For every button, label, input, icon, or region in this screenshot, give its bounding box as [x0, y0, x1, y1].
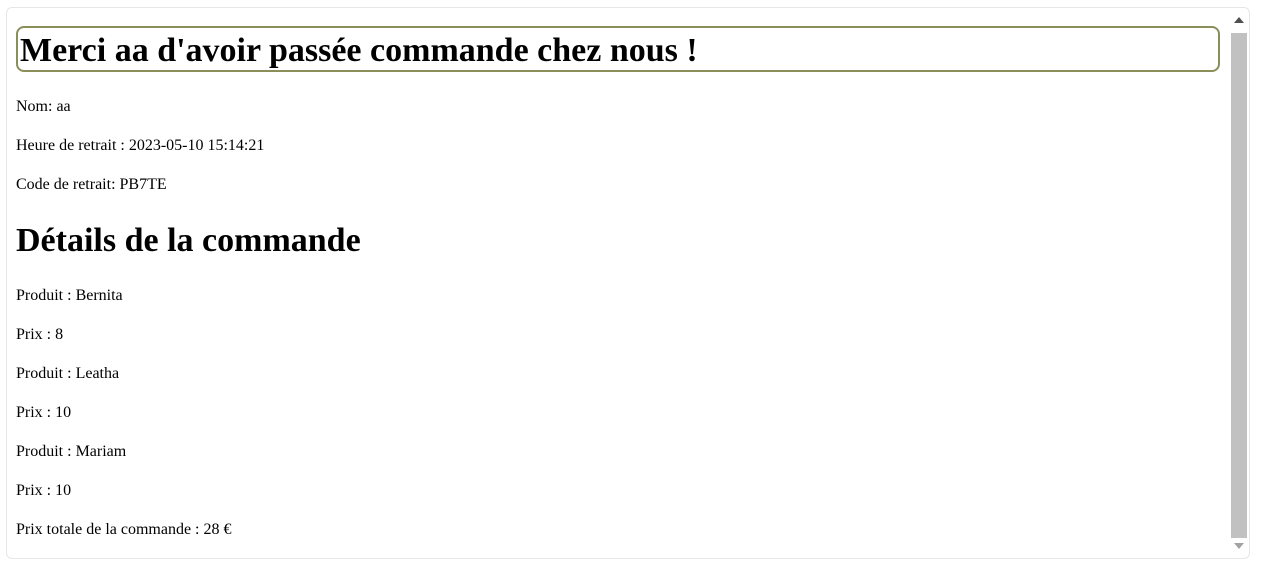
page-title: Merci aa d'avoir passée commande chez no… — [20, 32, 698, 69]
price-line: Prix : 10 — [16, 404, 72, 421]
triangle-down-icon — [1234, 543, 1244, 549]
scrollbar-thumb[interactable] — [1231, 33, 1247, 538]
order-details-heading: Détails de la commande — [16, 222, 361, 259]
price-line: Prix : 10 — [16, 482, 72, 499]
pickup-code: Code de retrait: PB7TE — [16, 176, 167, 193]
title-box: Merci aa d'avoir passée commande chez no… — [16, 26, 1220, 72]
scroll-down-button[interactable] — [1230, 535, 1248, 557]
triangle-up-icon — [1234, 17, 1244, 23]
product-line: Produit : Mariam — [16, 443, 127, 460]
page-frame: Merci aa d'avoir passée commande chez no… — [6, 7, 1250, 559]
vertical-scrollbar[interactable] — [1230, 9, 1248, 557]
product-line: Produit : Bernita — [16, 287, 123, 304]
order-total: Prix totale de la commande : 28 € — [16, 521, 232, 538]
pickup-time: Heure de retrait : 2023-05-10 15:14:21 — [16, 137, 265, 154]
product-line: Produit : Leatha — [16, 365, 120, 382]
customer-name: Nom: aa — [16, 98, 71, 115]
price-line: Prix : 8 — [16, 326, 64, 343]
scroll-up-button[interactable] — [1230, 9, 1248, 31]
